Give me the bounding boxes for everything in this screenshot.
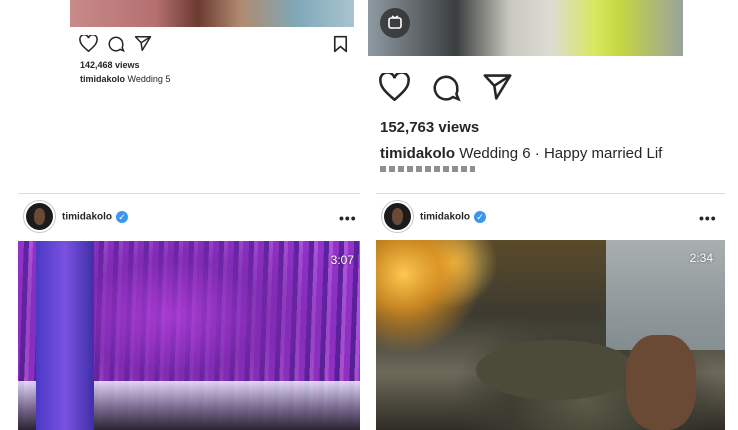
caption-text: Wedding 6 · Happy married Lif xyxy=(459,145,663,162)
share-icon[interactable] xyxy=(134,35,152,52)
post-caption: timidakolo Wedding 5 xyxy=(80,74,170,84)
video-duration: 3:07 xyxy=(330,253,354,267)
verified-badge-icon: ✓ xyxy=(474,211,487,223)
post-header-username[interactable]: timidakolo ✓ xyxy=(420,211,487,223)
more-options-button[interactable]: ••• xyxy=(339,210,357,226)
post-3-video[interactable]: 3:07 xyxy=(18,241,360,430)
divider-right xyxy=(376,193,725,194)
divider-left xyxy=(18,193,360,194)
post-1-media[interactable] xyxy=(70,0,354,27)
comment-icon[interactable] xyxy=(107,35,125,53)
caption-username[interactable]: timidakolo xyxy=(80,74,125,84)
heart-icon[interactable] xyxy=(79,35,98,52)
bookmark-icon[interactable] xyxy=(333,35,348,53)
views-count: 152,763 views xyxy=(380,119,480,136)
post-caption: timidakolo Wedding 6 · Happy married Lif xyxy=(380,145,685,162)
next-line-fragment xyxy=(380,166,475,172)
views-count: 142,468 views xyxy=(80,60,140,70)
post-header-username[interactable]: timidakolo ✓ xyxy=(62,211,129,223)
post-2-media[interactable] xyxy=(368,0,683,56)
guest-face xyxy=(626,335,696,430)
verified-badge-icon: ✓ xyxy=(116,211,129,223)
video-duration: 2:34 xyxy=(689,251,713,265)
heart-icon[interactable] xyxy=(379,73,410,101)
caption-text: Wedding 5 xyxy=(127,74,171,84)
avatar[interactable] xyxy=(384,203,411,230)
more-options-button[interactable]: ••• xyxy=(699,210,717,226)
share-icon[interactable] xyxy=(482,73,513,101)
comment-icon[interactable] xyxy=(431,73,461,103)
guest-hat xyxy=(476,340,636,400)
post-4-video[interactable]: 2:34 xyxy=(376,240,725,430)
caption-username[interactable]: timidakolo xyxy=(380,145,455,162)
igtv-icon xyxy=(380,8,410,38)
avatar[interactable] xyxy=(26,203,53,230)
pillar xyxy=(36,241,94,430)
